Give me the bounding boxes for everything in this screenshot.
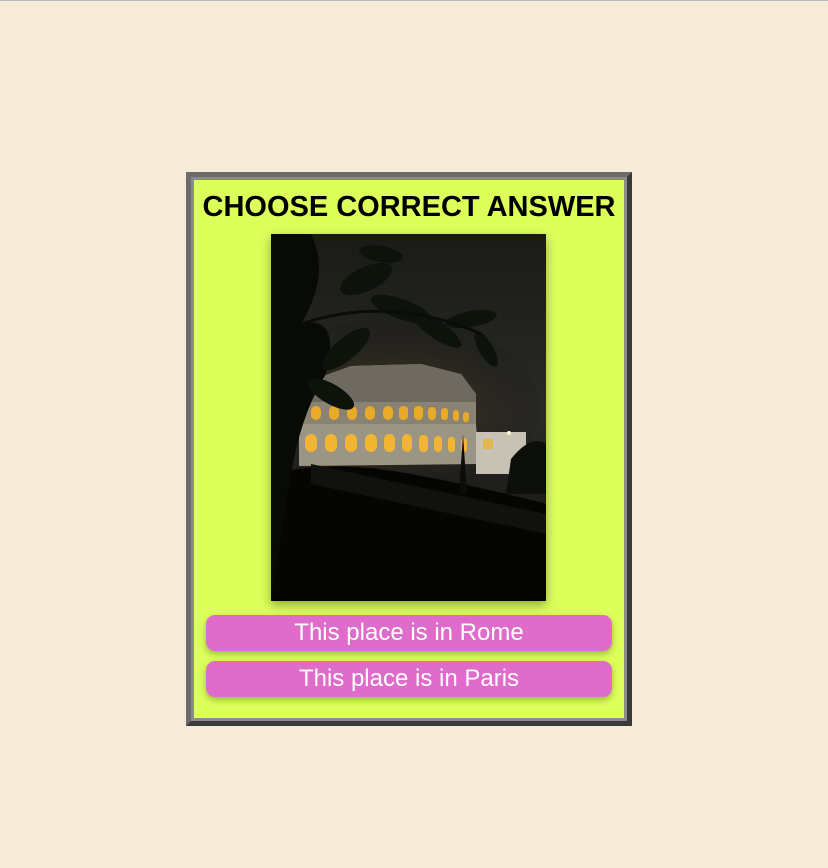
answer-button-paris[interactable]: This place is in Paris bbox=[206, 661, 612, 697]
top-divider bbox=[0, 0, 828, 1]
quiz-photo bbox=[271, 234, 546, 601]
quiz-title: CHOOSE CORRECT ANSWER bbox=[202, 191, 616, 223]
quiz-card: CHOOSE CORRECT ANSWER This place is in R… bbox=[186, 172, 632, 726]
answer-button-rome[interactable]: This place is in Rome bbox=[206, 615, 612, 651]
colosseum-image bbox=[271, 234, 546, 601]
